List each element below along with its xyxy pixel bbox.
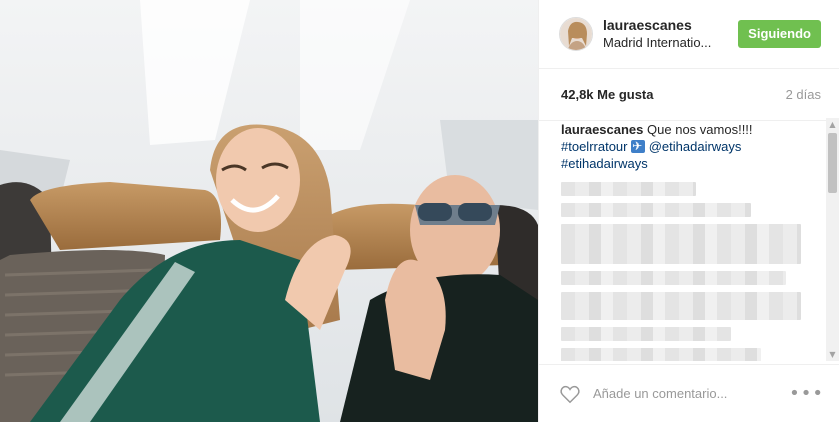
blurred-comments bbox=[539, 172, 839, 361]
post-side-panel: lauraescanes Madrid Internatio... Siguie… bbox=[538, 0, 839, 422]
instagram-post: lauraescanes Madrid Internatio... Siguie… bbox=[0, 0, 839, 422]
scroll-down-arrow-icon[interactable]: ▼ bbox=[826, 348, 839, 361]
blurred-comment bbox=[561, 271, 786, 285]
comment-bar: ••• bbox=[539, 364, 839, 422]
blurred-comment bbox=[561, 203, 751, 217]
likes-count[interactable]: 42,8k Me gusta bbox=[561, 87, 654, 102]
scrollbar-thumb[interactable] bbox=[828, 133, 837, 193]
comments-scrollbar[interactable]: ▲ ▼ bbox=[826, 118, 839, 361]
post-photo[interactable] bbox=[0, 0, 538, 422]
airplane-emoji-icon bbox=[631, 138, 646, 155]
blurred-comment bbox=[561, 292, 801, 320]
location-link[interactable]: Madrid Internatio... bbox=[603, 34, 723, 51]
caption: lauraescanes Que nos vamos!!!! #toelrrat… bbox=[539, 121, 839, 172]
blurred-comment bbox=[561, 348, 761, 361]
following-button[interactable]: Siguiendo bbox=[738, 20, 821, 48]
post-meta: 42,8k Me gusta 2 días bbox=[539, 69, 839, 121]
caption-username[interactable]: lauraescanes bbox=[561, 122, 643, 137]
more-options-icon[interactable]: ••• bbox=[789, 383, 824, 404]
blurred-comment bbox=[561, 182, 696, 196]
scroll-up-arrow-icon[interactable]: ▲ bbox=[826, 118, 839, 131]
comment-input[interactable] bbox=[591, 385, 790, 402]
photo-illustration bbox=[0, 0, 538, 422]
avatar-image bbox=[560, 18, 592, 50]
comments-area[interactable]: lauraescanes Que nos vamos!!!! #toelrrat… bbox=[539, 121, 839, 361]
mention-link[interactable]: @etihadairways bbox=[649, 139, 742, 154]
hashtag-link[interactable]: #etihadairways bbox=[561, 156, 648, 171]
user-info: lauraescanes Madrid Internatio... bbox=[603, 17, 738, 51]
heart-icon[interactable] bbox=[559, 383, 581, 405]
caption-text: Que nos vamos!!!! bbox=[647, 122, 753, 137]
blurred-comment bbox=[561, 224, 801, 264]
post-header: lauraescanes Madrid Internatio... Siguie… bbox=[539, 0, 839, 69]
blurred-comment bbox=[561, 327, 731, 341]
username-link[interactable]: lauraescanes bbox=[603, 17, 738, 34]
avatar[interactable] bbox=[559, 17, 593, 51]
hashtag-link[interactable]: #toelrratour bbox=[561, 139, 627, 154]
post-time[interactable]: 2 días bbox=[786, 87, 821, 102]
